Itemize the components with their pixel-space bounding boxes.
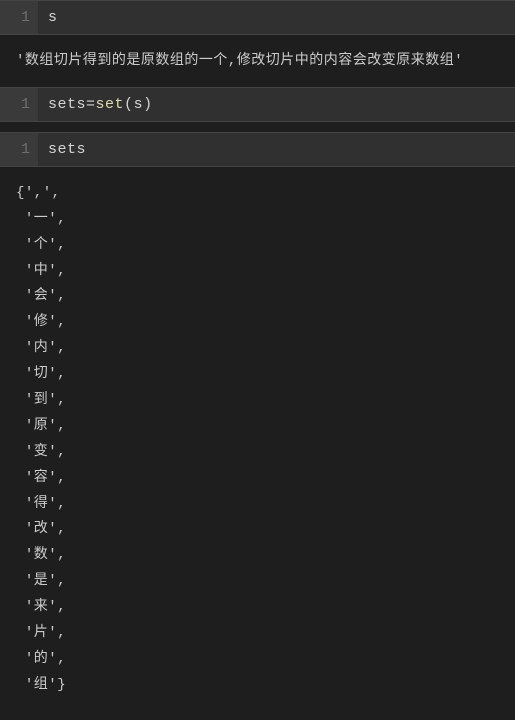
line-number-gutter: 1 bbox=[0, 133, 38, 166]
code-content[interactable]: sets bbox=[38, 133, 96, 166]
code-cell[interactable]: 1 sets=set(s) bbox=[0, 87, 515, 122]
code-token: sets bbox=[48, 96, 86, 113]
code-content[interactable]: s bbox=[38, 1, 68, 34]
line-number: 1 bbox=[21, 96, 30, 113]
code-token: s bbox=[48, 9, 58, 26]
code-cell[interactable]: 1 s bbox=[0, 0, 515, 35]
line-number: 1 bbox=[21, 141, 30, 158]
line-number-gutter: 1 bbox=[0, 88, 38, 121]
cell-gap bbox=[0, 122, 515, 132]
code-token: s bbox=[134, 96, 144, 113]
line-number: 1 bbox=[21, 9, 30, 26]
code-content[interactable]: sets=set(s) bbox=[38, 88, 163, 121]
line-number-gutter: 1 bbox=[0, 1, 38, 34]
code-token: set bbox=[96, 96, 125, 113]
cell-output: {',', '一', '个', '中', '会', '修', '内', '切',… bbox=[0, 167, 515, 711]
code-token: sets bbox=[48, 141, 86, 158]
code-token: ( bbox=[124, 96, 134, 113]
code-cell[interactable]: 1 sets bbox=[0, 132, 515, 167]
code-token: = bbox=[86, 96, 96, 113]
cell-output: '数组切片得到的是原数组的一个,修改切片中的内容会改变原来数组' bbox=[0, 35, 515, 87]
code-token: ) bbox=[143, 96, 153, 113]
